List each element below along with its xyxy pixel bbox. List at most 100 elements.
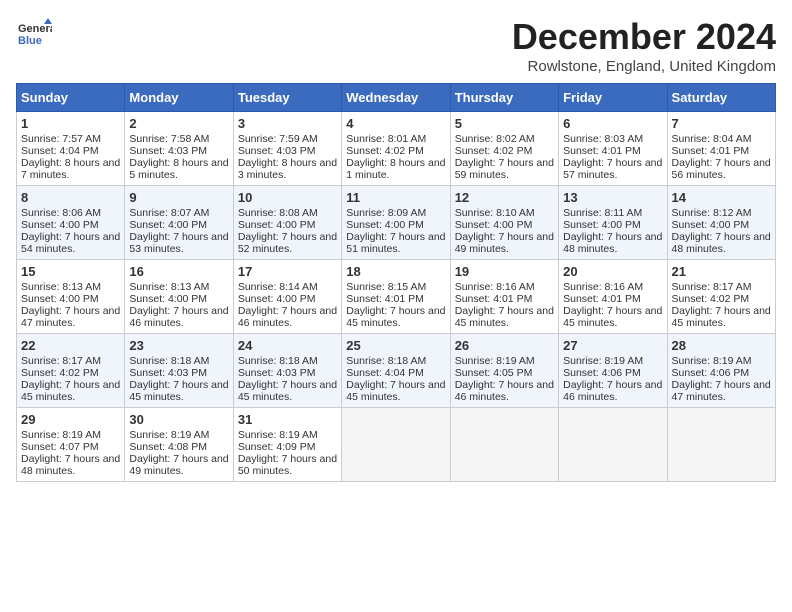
- logo: General Blue: [16, 16, 52, 52]
- daylight: Daylight: 7 hours and 49 minutes.: [455, 231, 554, 255]
- sunset: Sunset: 4:00 PM: [455, 219, 533, 231]
- calendar-cell: 12Sunrise: 8:10 AMSunset: 4:00 PMDayligh…: [450, 186, 558, 260]
- calendar-cell: 8Sunrise: 8:06 AMSunset: 4:00 PMDaylight…: [17, 186, 125, 260]
- day-number: 10: [238, 190, 337, 205]
- daylight: Daylight: 7 hours and 53 minutes.: [129, 231, 228, 255]
- daylight: Daylight: 8 hours and 3 minutes.: [238, 157, 337, 181]
- calendar-cell: 29Sunrise: 8:19 AMSunset: 4:07 PMDayligh…: [17, 408, 125, 482]
- day-number: 13: [563, 190, 662, 205]
- calendar-week-row: 15Sunrise: 8:13 AMSunset: 4:00 PMDayligh…: [17, 260, 776, 334]
- sunrise: Sunrise: 8:14 AM: [238, 281, 318, 293]
- calendar-week-row: 22Sunrise: 8:17 AMSunset: 4:02 PMDayligh…: [17, 334, 776, 408]
- daylight: Daylight: 7 hours and 46 minutes.: [455, 379, 554, 403]
- sunset: Sunset: 4:00 PM: [238, 219, 316, 231]
- day-number: 19: [455, 264, 554, 279]
- col-friday: Friday: [559, 84, 667, 112]
- daylight: Daylight: 7 hours and 45 minutes.: [346, 305, 445, 329]
- day-number: 7: [672, 116, 771, 131]
- daylight: Daylight: 7 hours and 46 minutes.: [238, 305, 337, 329]
- day-number: 20: [563, 264, 662, 279]
- sunset: Sunset: 4:00 PM: [346, 219, 424, 231]
- calendar-cell: 25Sunrise: 8:18 AMSunset: 4:04 PMDayligh…: [342, 334, 450, 408]
- sunset: Sunset: 4:03 PM: [238, 145, 316, 157]
- calendar-cell: 20Sunrise: 8:16 AMSunset: 4:01 PMDayligh…: [559, 260, 667, 334]
- sunset: Sunset: 4:02 PM: [455, 145, 533, 157]
- sunset: Sunset: 4:06 PM: [563, 367, 641, 379]
- day-number: 4: [346, 116, 445, 131]
- daylight: Daylight: 7 hours and 45 minutes.: [563, 305, 662, 329]
- calendar-cell: 15Sunrise: 8:13 AMSunset: 4:00 PMDayligh…: [17, 260, 125, 334]
- daylight: Daylight: 8 hours and 1 minute.: [346, 157, 445, 181]
- sunset: Sunset: 4:00 PM: [563, 219, 641, 231]
- calendar-cell: 30Sunrise: 8:19 AMSunset: 4:08 PMDayligh…: [125, 408, 233, 482]
- daylight: Daylight: 7 hours and 48 minutes.: [563, 231, 662, 255]
- sunrise: Sunrise: 8:08 AM: [238, 207, 318, 219]
- calendar-cell: 17Sunrise: 8:14 AMSunset: 4:00 PMDayligh…: [233, 260, 341, 334]
- day-number: 23: [129, 338, 228, 353]
- sunset: Sunset: 4:03 PM: [129, 367, 207, 379]
- sunset: Sunset: 4:01 PM: [672, 145, 750, 157]
- day-number: 8: [21, 190, 120, 205]
- calendar-cell: 16Sunrise: 8:13 AMSunset: 4:00 PMDayligh…: [125, 260, 233, 334]
- col-tuesday: Tuesday: [233, 84, 341, 112]
- sunrise: Sunrise: 7:59 AM: [238, 133, 318, 145]
- daylight: Daylight: 7 hours and 49 minutes.: [129, 453, 228, 477]
- calendar-cell: 2Sunrise: 7:58 AMSunset: 4:03 PMDaylight…: [125, 112, 233, 186]
- col-sunday: Sunday: [17, 84, 125, 112]
- sunset: Sunset: 4:05 PM: [455, 367, 533, 379]
- daylight: Daylight: 7 hours and 45 minutes.: [238, 379, 337, 403]
- sunset: Sunset: 4:02 PM: [21, 367, 99, 379]
- sunset: Sunset: 4:00 PM: [21, 293, 99, 305]
- sunrise: Sunrise: 8:19 AM: [563, 355, 643, 367]
- daylight: Daylight: 7 hours and 47 minutes.: [21, 305, 120, 329]
- sunrise: Sunrise: 8:04 AM: [672, 133, 752, 145]
- daylight: Daylight: 7 hours and 48 minutes.: [21, 453, 120, 477]
- day-number: 15: [21, 264, 120, 279]
- sunrise: Sunrise: 8:16 AM: [455, 281, 535, 293]
- sunset: Sunset: 4:09 PM: [238, 441, 316, 453]
- daylight: Daylight: 7 hours and 56 minutes.: [672, 157, 771, 181]
- sunset: Sunset: 4:01 PM: [563, 145, 641, 157]
- daylight: Daylight: 7 hours and 51 minutes.: [346, 231, 445, 255]
- calendar-cell: 27Sunrise: 8:19 AMSunset: 4:06 PMDayligh…: [559, 334, 667, 408]
- sunset: Sunset: 4:00 PM: [129, 219, 207, 231]
- daylight: Daylight: 7 hours and 46 minutes.: [129, 305, 228, 329]
- sunset: Sunset: 4:00 PM: [672, 219, 750, 231]
- sunrise: Sunrise: 8:18 AM: [346, 355, 426, 367]
- calendar-cell: 26Sunrise: 8:19 AMSunset: 4:05 PMDayligh…: [450, 334, 558, 408]
- daylight: Daylight: 7 hours and 45 minutes.: [129, 379, 228, 403]
- calendar-cell: 4Sunrise: 8:01 AMSunset: 4:02 PMDaylight…: [342, 112, 450, 186]
- day-number: 6: [563, 116, 662, 131]
- day-number: 31: [238, 412, 337, 427]
- daylight: Daylight: 7 hours and 45 minutes.: [672, 305, 771, 329]
- daylight: Daylight: 7 hours and 48 minutes.: [672, 231, 771, 255]
- day-number: 3: [238, 116, 337, 131]
- day-number: 25: [346, 338, 445, 353]
- calendar-cell: 3 Sunrise: 7:59 AMSunset: 4:03 PMDaylight…: [233, 112, 341, 186]
- day-number: 11: [346, 190, 445, 205]
- daylight: Daylight: 7 hours and 59 minutes.: [455, 157, 554, 181]
- calendar-cell: 10Sunrise: 8:08 AMSunset: 4:00 PMDayligh…: [233, 186, 341, 260]
- sunset: Sunset: 4:02 PM: [346, 145, 424, 157]
- header: General Blue December 2024 Rowlstone, En…: [16, 16, 776, 75]
- day-number: 9: [129, 190, 228, 205]
- calendar-cell: [667, 408, 775, 482]
- calendar-cell: 6Sunrise: 8:03 AMSunset: 4:01 PMDaylight…: [559, 112, 667, 186]
- day-number: 22: [21, 338, 120, 353]
- logo-icon: General Blue: [16, 16, 52, 52]
- sunset: Sunset: 4:04 PM: [346, 367, 424, 379]
- sunrise: Sunrise: 8:11 AM: [563, 207, 642, 219]
- sunset: Sunset: 4:00 PM: [129, 293, 207, 305]
- sunrise: Sunrise: 8:19 AM: [455, 355, 535, 367]
- sunrise: Sunrise: 8:19 AM: [672, 355, 752, 367]
- daylight: Daylight: 7 hours and 57 minutes.: [563, 157, 662, 181]
- sunrise: Sunrise: 8:10 AM: [455, 207, 535, 219]
- day-number: 29: [21, 412, 120, 427]
- calendar-cell: 7 Sunrise: 8:04 AMSunset: 4:01 PMDaylight…: [667, 112, 775, 186]
- sunset: Sunset: 4:04 PM: [21, 145, 99, 157]
- sunset: Sunset: 4:00 PM: [21, 219, 99, 231]
- sunrise: Sunrise: 8:16 AM: [563, 281, 643, 293]
- calendar-cell: 18Sunrise: 8:15 AMSunset: 4:01 PMDayligh…: [342, 260, 450, 334]
- daylight: Daylight: 7 hours and 46 minutes.: [563, 379, 662, 403]
- day-number: 24: [238, 338, 337, 353]
